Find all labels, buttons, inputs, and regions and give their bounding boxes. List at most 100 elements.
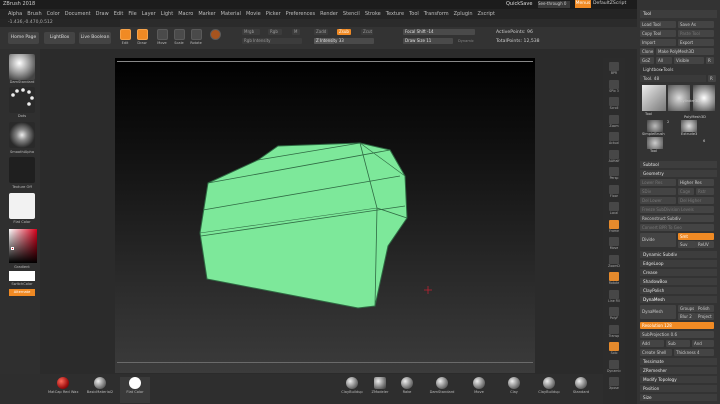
zadd-button[interactable]: Zadd [314,29,328,35]
tool-header[interactable]: Tool [640,10,717,18]
suv-button[interactable]: Suv [678,241,696,248]
reuv-button[interactable]: ReUV [696,241,714,248]
menu-macro[interactable]: Macro [178,11,193,17]
home-page-button[interactable]: Home Page [8,32,39,44]
project-button[interactable]: Project [696,313,714,320]
menu-color[interactable]: Color [47,11,60,17]
and-button[interactable]: And [692,340,714,347]
dynamic-button[interactable]: Dynamic [458,39,474,43]
paste-tool-button[interactable]: Paste Tool [678,30,714,37]
menus-button[interactable]: Menus [575,0,591,8]
visible-button[interactable]: Visible [674,57,704,64]
shelf-solo-button[interactable]: Solo [606,342,622,356]
polymesh3d-thumbnail[interactable] [693,85,715,111]
zremesher-header[interactable]: ZRemesher [640,367,717,374]
stroke-thumbnail[interactable] [9,87,35,113]
menu-picker[interactable]: Picker [266,11,281,17]
brush-zmodeler[interactable]: ZModeler [365,377,395,403]
dynamesh-button[interactable]: DynaMesh [640,305,676,319]
focal-shift-slider[interactable]: Focal Shift -14 [403,29,475,35]
sdiv-slider[interactable]: SDiv [640,188,676,195]
menu-preferences[interactable]: Preferences [286,11,315,17]
scale-button[interactable]: Scale [172,29,186,47]
crease-header[interactable]: Crease [640,269,717,276]
freeze-subdivision-button[interactable]: Freeze SubDivision Levels [640,206,714,213]
subprojection-slider[interactable]: SubProjection 0.6 [640,331,714,338]
material-sphere-button[interactable] [208,29,222,47]
shelf-zoom-button[interactable]: Zoom [606,114,622,129]
size-header[interactable]: Size [640,394,717,401]
shelf-persp-button[interactable]: Persp [606,167,622,181]
shelf-rotate-button[interactable]: Rotate [606,272,622,286]
brush-rake[interactable]: Rake [392,377,422,403]
mrgb-button[interactable]: Mrgb [242,29,260,35]
resolution-slider[interactable]: Resolution 128 [640,322,714,329]
goz-button[interactable]: GoZ [640,57,654,64]
menu-movie[interactable]: Movie [246,11,261,17]
brush-clay[interactable]: Clay [499,377,529,403]
shelf-floor-button[interactable]: Floor [606,184,622,199]
alternate-button[interactable]: Alternate [9,289,35,296]
tool-thumbnail-2[interactable] [647,137,663,149]
lightbox-tools-button[interactable]: Lightbox▸Tools [640,66,717,73]
groups-button[interactable]: Groups [678,305,696,312]
menu-alpha[interactable]: Alpha [8,11,22,17]
menu-transform[interactable]: Transform [424,11,449,17]
flat-color-material[interactable]: Flat Color [120,377,150,403]
menu-stroke[interactable]: Stroke [365,11,381,17]
menu-light[interactable]: Light [161,11,173,17]
switch-color-label[interactable]: SwitchColor [5,282,39,286]
z-intensity-slider[interactable]: Z Intensity 33 [314,38,374,44]
cylinder3d-thumbnail[interactable] [668,85,690,111]
mesh-object[interactable] [115,58,535,373]
shadowbox-header[interactable]: ShadowBox [640,278,717,285]
shelf-frame-button[interactable]: Frame [606,219,622,234]
shelf-polyf-button[interactable]: PolyF [606,307,622,321]
zcut-button[interactable]: Zcut [361,29,373,35]
color-picker[interactable] [9,229,37,263]
menu-render[interactable]: Render [320,11,338,17]
smt-button[interactable]: Smt [678,233,714,240]
extrude3-thumbnail[interactable] [681,120,697,132]
export-button[interactable]: Export [678,39,714,46]
shelf-line-fill-button[interactable]: Line Fill [606,289,622,304]
edgeloop-header[interactable]: EdgeLoop [640,260,717,267]
zsub-button[interactable]: Zsub [337,29,351,35]
tool-count-slider[interactable]: Tool. 48 [640,75,706,82]
shelf-bpr-button[interactable]: BPR [606,62,622,76]
menu-tool[interactable]: Tool [409,11,419,17]
basic-material[interactable]: BasicMaterial2 [85,377,115,403]
shelf-spix-3-button[interactable]: SPix 3 [606,79,622,94]
del-higher-button[interactable]: Del Higher [678,197,714,204]
alpha-thumbnail[interactable] [9,122,35,148]
tool-thumbnail[interactable] [642,85,666,111]
lightbox-button[interactable]: LightBox [44,32,75,44]
claypolish-header[interactable]: ClayPolish [640,287,717,294]
simplebrush-thumbnail[interactable] [647,120,663,132]
sub-button[interactable]: Sub [666,340,690,347]
polish-button[interactable]: Polish [696,305,714,312]
brush-thumbnail[interactable] [9,54,35,80]
brush-claybuildup-2[interactable]: ClayBuildup [534,377,564,403]
brush-damstandard[interactable]: DamStandard [427,377,457,403]
shelf-move-button[interactable]: Move [606,237,622,251]
r-button[interactable]: R [706,57,714,64]
shelf-actual-button[interactable]: Actual [606,132,622,146]
rotate-button[interactable]: Rotate [189,29,203,47]
copy-tool-button[interactable]: Copy Tool [640,30,676,37]
make-polymesh-button[interactable]: Make PolyMesh3D [656,48,714,55]
dynamic-subdiv-header[interactable]: Dynamic Subdiv [640,251,717,258]
menu-stencil[interactable]: Stencil [343,11,360,17]
geometry-header[interactable]: Geometry [640,170,717,177]
add-button[interactable]: Add [640,340,664,347]
subtool-header[interactable]: Subtool [640,161,717,168]
draw-button[interactable]: Draw [135,29,149,47]
brush-move[interactable]: Move [464,377,494,403]
cage-button[interactable]: Cage [678,188,694,195]
menu-draw[interactable]: Draw [96,11,109,17]
dynamesh-header[interactable]: DynaMesh [640,296,717,303]
position-header[interactable]: Position [640,385,717,392]
brush-standard[interactable]: Standard [566,377,596,403]
reconstruct-subdiv-button[interactable]: Reconstruct Subdiv [640,215,714,222]
material-thumbnail[interactable] [9,193,35,219]
